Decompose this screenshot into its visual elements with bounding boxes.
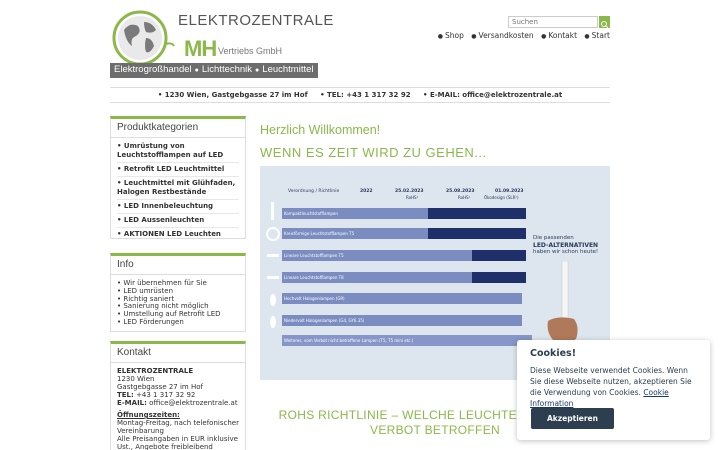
category-item[interactable]: • Retrofit LED Leuchtmittel xyxy=(117,163,239,177)
led-callout: Die passenden LED-ALTERNATIVEN haben wir… xyxy=(533,235,599,255)
tagline-item: Elektrogroßhandel xyxy=(114,64,192,75)
info-box: Info • Wir übernehmen für Sie • LED umrü… xyxy=(110,253,246,332)
timeline-row-label: Lineare Leuchtstofflampen T5 xyxy=(284,253,344,258)
timeline-row-label: Niedervolt Halogenlampen (G4, GY6.35) xyxy=(284,318,365,323)
search xyxy=(508,16,610,29)
graphic-year: 25.02.2023 xyxy=(395,189,424,194)
hours-label: Öffnungszeiten: xyxy=(117,411,180,419)
nav-versandkosten[interactable]: ● Versandkosten xyxy=(471,31,533,40)
nav-kontakt[interactable]: ● Kontakt xyxy=(541,31,577,40)
contact-info-bar: • 1230 Wien, Gastgebgasse 27 im Hof • TE… xyxy=(110,87,610,103)
timeline-bar xyxy=(428,208,526,219)
timeline-row-label: Hochvolt Halogenlampen (G9) xyxy=(284,296,345,301)
tagline-item: Leuchtmittel xyxy=(262,64,314,75)
graphic-col-header: Verordnung / Richtlinie xyxy=(288,189,340,194)
info-item[interactable]: • LED Förderungen xyxy=(117,318,239,327)
categories-title: Produktkategorien xyxy=(111,119,245,138)
category-item[interactable]: • Leuchtmittel mit Glühfaden, Halogen Re… xyxy=(117,177,239,200)
main-headline: WENN ES ZEIT WIRD ZU GEHEN... xyxy=(260,145,487,160)
hours-text: Montag-Freitag, nach telefonischer Verei… xyxy=(117,419,239,435)
welcome-heading: Herzlich Willkommen! xyxy=(260,123,381,137)
timeline-bar xyxy=(472,272,526,283)
info-tel: • TEL: +43 1 317 32 92 xyxy=(320,91,411,99)
search-button[interactable] xyxy=(599,16,610,29)
cookie-text: Diese Webseite verwendet Cookies. Wenn S… xyxy=(530,366,692,408)
prices-note: Alle Preisangaben in EUR inklusive Ust.,… xyxy=(117,435,238,450)
category-item[interactable]: • LED Aussenleuchten xyxy=(117,214,239,228)
brand-name: ELEKTROZENTRALE xyxy=(178,12,334,29)
graphic-subyear: RoHS¹ xyxy=(458,195,471,200)
nav-shop[interactable]: ● Shop xyxy=(438,31,464,40)
search-icon xyxy=(601,21,609,29)
tagline-item: Lichttechnik xyxy=(201,64,253,75)
timeline-row-label: Kreisförmige Leuchtstofflampen T5 xyxy=(284,231,355,236)
category-item[interactable]: • Umrüstung von Leuchtstofflampen auf LE… xyxy=(117,140,239,163)
brand-sub: Vertriebs GmbH xyxy=(218,46,283,56)
category-item[interactable]: • LED Innenbeleuchtung xyxy=(117,200,239,214)
contact-name: ELEKTROZENTRALE xyxy=(117,367,194,375)
category-item[interactable]: • AKTIONEN LED Leuchten xyxy=(117,228,239,241)
top-nav: ● Shop ● Versandkosten ● Kontakt ● Start xyxy=(433,31,610,40)
contact-email[interactable]: office@elektrozentrale.at xyxy=(149,399,237,407)
graphic-subyear: RoHS¹ xyxy=(406,195,419,200)
info-title: Info xyxy=(111,256,245,275)
brand-mh: MH xyxy=(184,36,217,61)
graphic-year: 2022 xyxy=(360,189,373,194)
contact-box: Kontakt ELEKTROZENTRALE 1230 Wien Gastge… xyxy=(110,341,246,450)
contact-city: 1230 Wien xyxy=(117,375,155,383)
cookie-title: Cookies! xyxy=(530,348,577,359)
categories-box: Produktkategorien • Umrüstung von Leucht… xyxy=(110,116,246,239)
timeline-row-label: Lineare Leuchtstofflampen T8 xyxy=(284,275,344,280)
contact-title: Kontakt xyxy=(111,344,245,363)
nav-start[interactable]: ● Start xyxy=(584,31,610,40)
timeline-bar xyxy=(428,228,526,239)
lamp-icons xyxy=(266,202,280,328)
info-address: • 1230 Wien, Gastgebgasse 27 im Hof xyxy=(157,91,308,99)
search-input[interactable] xyxy=(508,16,598,28)
contact-tel: +43 1 317 32 92 xyxy=(136,391,196,399)
info-email[interactable]: • E-MAIL: office@elektrozentrale.at xyxy=(423,91,562,99)
tagline: Elektrogroßhandel ● Lichttechnik ● Leuchtmit… xyxy=(110,63,318,78)
contact-street: Gastgebgasse 27 im Hof xyxy=(117,383,203,391)
cookie-banner: Cookies! Diese Webseite verwendet Cookie… xyxy=(517,340,710,440)
graphic-year: 01.09.2023 xyxy=(495,189,524,194)
timeline-bar xyxy=(472,250,526,261)
graphic-subyear: Ökodesign (SLR²) xyxy=(484,195,519,200)
timeline-row-label: Kompaktleuchtstofflampen xyxy=(284,211,338,216)
timeline-row-label: Weiteres, vom Verbot nicht betroffene La… xyxy=(284,338,414,343)
contact-details: ELEKTROZENTRALE 1230 Wien Gastgebgasse 2… xyxy=(117,367,239,450)
accept-cookies-button[interactable]: Akzeptieren xyxy=(531,408,614,429)
graphic-year: 25.08.2023 xyxy=(446,189,475,194)
